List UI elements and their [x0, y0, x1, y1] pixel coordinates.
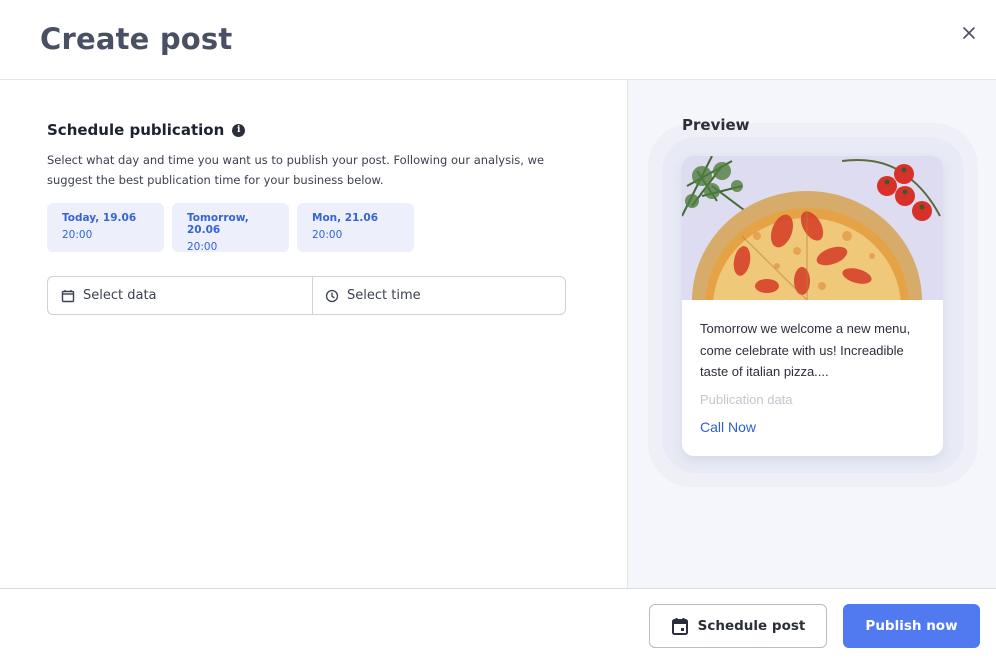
- page-title: Create post: [40, 22, 233, 56]
- calendar-icon: [61, 289, 75, 302]
- suggestion-day: Tomorrow, 20.06: [187, 212, 249, 236]
- suggestion-chip[interactable]: Mon, 21.06 20:00: [297, 203, 414, 252]
- call-now-link[interactable]: Call Now: [700, 419, 756, 435]
- date-time-picker: Select data Select time: [47, 276, 566, 315]
- suggested-times: Today, 19.06 20:00 Tomorrow, 20.06 20:00…: [47, 203, 414, 253]
- post-text: Tomorrow we welcome a new menu, come cel…: [700, 321, 911, 379]
- publication-date: Publication data: [700, 391, 793, 407]
- close-icon: [963, 27, 975, 39]
- section-title-text: Schedule publication: [47, 121, 225, 139]
- preview-panel: Preview Tomorrow we welcome a new menu, …: [627, 80, 996, 588]
- info-icon[interactable]: i: [232, 123, 246, 137]
- schedule-panel: Schedule publication i Select what day a…: [0, 80, 627, 588]
- clock-icon: [325, 289, 339, 302]
- suggestion-chip[interactable]: Today, 19.06 20:00: [47, 203, 164, 252]
- suggestion-day: Mon, 21.06: [312, 212, 378, 224]
- schedule-post-button[interactable]: Schedule post: [649, 604, 827, 648]
- suggestion-chip[interactable]: Tomorrow, 20.06 20:00: [172, 203, 289, 253]
- suggestion-time: 20:00: [187, 241, 218, 253]
- post-preview-card: Tomorrow we welcome a new menu, come cel…: [682, 156, 943, 456]
- suggestion-time: 20:00: [312, 229, 343, 241]
- close-button[interactable]: [958, 22, 980, 44]
- schedule-description: Select what day and time you want us to …: [47, 153, 545, 187]
- calendar-icon: [671, 617, 688, 635]
- schedule-post-label: Schedule post: [697, 618, 806, 634]
- modal-header: Create post: [0, 0, 996, 80]
- modal-footer: Schedule post Publish now: [0, 588, 996, 664]
- pizza-photo: [682, 156, 943, 300]
- suggestion-time: 20:00: [62, 229, 93, 241]
- preview-label: Preview: [682, 116, 750, 134]
- date-select[interactable]: Select data: [48, 277, 313, 314]
- pizza-illustration: [682, 156, 943, 300]
- time-placeholder: Select time: [347, 288, 421, 303]
- publish-now-button[interactable]: Publish now: [843, 604, 980, 648]
- suggestion-day: Today, 19.06: [62, 212, 137, 224]
- time-select[interactable]: Select time: [313, 277, 565, 314]
- post-content: Tomorrow we welcome a new menu, come cel…: [682, 300, 943, 436]
- publish-now-label: Publish now: [865, 618, 958, 634]
- section-title: Schedule publication i: [47, 121, 246, 139]
- date-placeholder: Select data: [83, 288, 157, 303]
